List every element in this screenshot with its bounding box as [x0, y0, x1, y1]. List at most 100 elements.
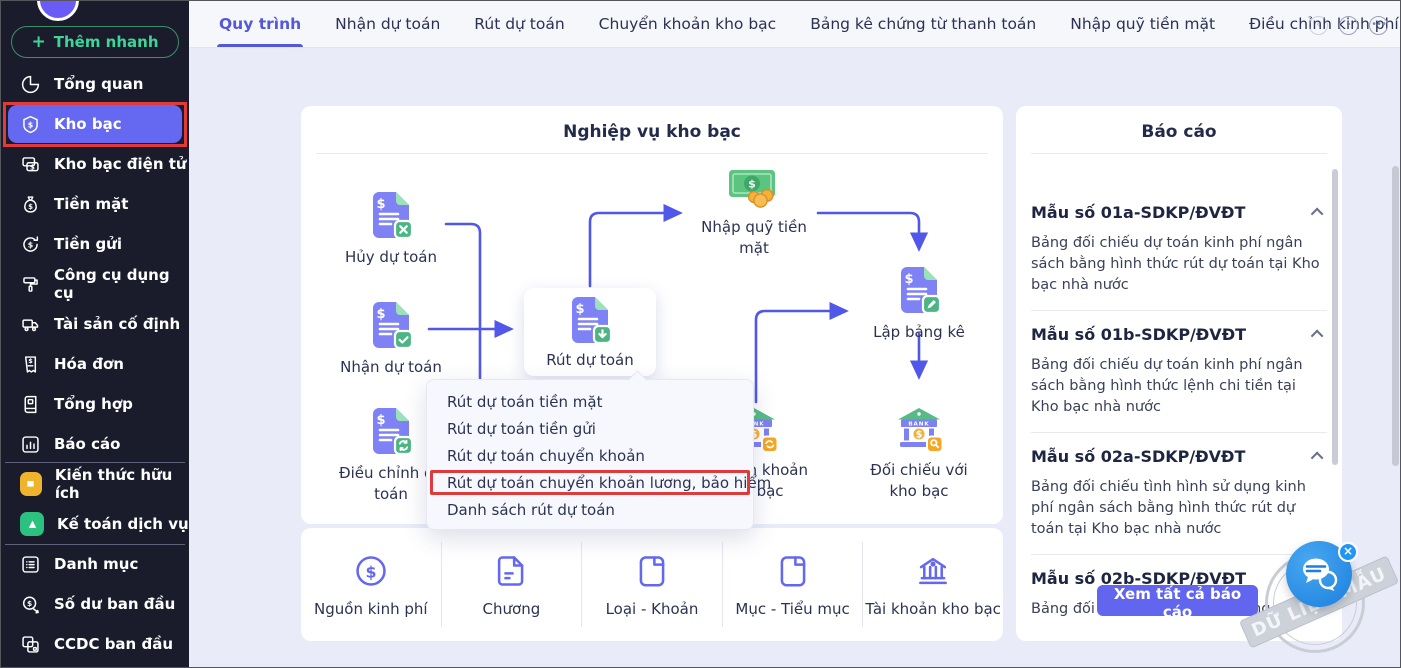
flow-node-nhan-du-toan[interactable]: $ Nhận dự toán: [326, 300, 456, 378]
sidebar-item-kien-thuc-huu-ich[interactable]: Kiến thức hữu ích: [1, 464, 189, 504]
tab-label: Nhập quỹ tiền mặt: [1070, 15, 1215, 33]
svg-text:$: $: [28, 202, 33, 210]
chevron-up-icon: [1311, 208, 1324, 221]
sidebar-item-hoa-don[interactable]: $ Hóa đơn: [1, 344, 189, 384]
tab-label: Rút dự toán: [474, 15, 564, 33]
service-logo-icon: [20, 512, 44, 536]
flow-node-label: Hủy dự toán: [326, 247, 456, 268]
svg-text:$: $: [365, 562, 376, 581]
quick-link-nguon-kinh-phi[interactable]: $ Nguồn kinh phí: [301, 542, 442, 627]
flow-node-rut-du-toan[interactable]: $ Rút dự toán: [524, 288, 656, 376]
dropdown-item-rut-ck-luong-bao-hiem[interactable]: Rút dự toán chuyển khoản lương, bảo hiểm: [427, 469, 753, 496]
quick-link-loai-khoan[interactable]: Loại - Khoản: [582, 542, 723, 627]
report-code: Mẫu số 01b-SDKP/ĐVĐT: [1031, 325, 1246, 344]
sidebar-item-label: Kiến thức hữu ích: [55, 466, 189, 502]
chevron-left-icon[interactable]: ‹: [1309, 16, 1328, 35]
dropdown-item-rut-chuyen-khoan[interactable]: Rút dự toán chuyển khoản: [427, 442, 753, 469]
quick-link-chuong[interactable]: Chương: [442, 542, 583, 627]
treasury-shield-icon: $: [20, 114, 41, 135]
sidebar-item-label: Hóa đơn: [54, 355, 124, 373]
sidebar-item-ke-toan-dich-vu[interactable]: Kế toán dịch vụ: [1, 504, 189, 544]
tab-label: Chuyển khoản kho bạc: [599, 15, 777, 33]
budget-doc-withdraw-icon: $: [567, 295, 613, 345]
dropdown-item-rut-tien-mat[interactable]: Rút dự toán tiền mặt: [427, 388, 753, 415]
sidebar-item-tong-hop[interactable]: Tổng hợp: [1, 384, 189, 424]
flow-node-doi-chieu-kho-bac[interactable]: BANK $ Đối chiếu với kho bạc: [860, 407, 978, 502]
knowledge-book-icon: [20, 472, 42, 496]
chat-close-button[interactable]: ×: [1338, 542, 1358, 562]
main-content: Nghiệp vụ kho bạc: [189, 48, 1401, 668]
quick-link-label: Loại - Khoản: [606, 600, 699, 618]
flow-node-huy-du-toan[interactable]: $ Hủy dự toán: [326, 190, 456, 268]
report-description: Bảng đối chiếu tình hình sử dụng kinh ph…: [1031, 477, 1327, 540]
sidebar-item-tong-quan[interactable]: Tổng quan: [1, 64, 189, 104]
report-item-header[interactable]: Mẫu số 01b-SDKP/ĐVĐT: [1031, 325, 1327, 344]
sidebar-item-kho-bac[interactable]: $ Kho bạc: [8, 105, 182, 143]
report-item-header[interactable]: Mẫu số 02a-SDKP/ĐVĐT: [1031, 447, 1327, 466]
sidebar: + Thêm nhanh Tổng quan $ Kho bạc $ Kho b…: [1, 1, 189, 668]
tab-rut-du-toan[interactable]: Rút dự toán: [474, 1, 564, 47]
sidebar-item-so-du-ban-dau[interactable]: $ Số dư ban đầu: [1, 584, 189, 624]
sidebar-item-tien-gui[interactable]: $ Tiền gửi: [1, 224, 189, 264]
app-window: + Thêm nhanh Tổng quan $ Kho bạc $ Kho b…: [0, 0, 1401, 668]
sidebar-item-label: Tổng quan: [54, 75, 143, 93]
ccdc-layers-icon: [20, 634, 41, 655]
app-logo-icon: [37, 1, 79, 21]
window-scrollbar-thumb[interactable]: [1392, 166, 1399, 466]
tab-chuyen-khoan-kho-bac[interactable]: Chuyển khoản kho bạc: [599, 1, 777, 47]
sidebar-item-bao-cao[interactable]: Báo cáo: [1, 424, 189, 464]
sidebar-item-tien-mat[interactable]: $ Tiền mặt: [1, 184, 189, 224]
svg-text:$: $: [575, 302, 584, 317]
deposit-cycle-icon: $: [20, 234, 41, 255]
sidebar-item-label: Tổng hợp: [54, 395, 133, 413]
sidebar-item-label: Kho bạc điện tử: [54, 155, 187, 173]
tab-label: Nhận dự toán: [335, 15, 440, 33]
flow-node-label: Lập bảng kê: [854, 322, 984, 343]
flow-node-label: Rút dự toán: [524, 351, 656, 369]
sidebar-item-danh-muc[interactable]: Danh mục: [1, 544, 189, 584]
sidebar-item-ccdc-ban-dau[interactable]: CCDC ban đầu: [1, 624, 189, 664]
svg-text:$: $: [904, 272, 913, 287]
plus-icon: +: [31, 34, 45, 51]
svg-text:$: $: [376, 307, 385, 322]
quick-link-tai-khoan-kho-bac[interactable]: Tài khoản kho bạc: [863, 542, 1003, 627]
tab-bang-ke-chung-tu[interactable]: Bảng kê chứng từ thanh toán: [810, 1, 1036, 47]
divider: [1031, 153, 1327, 154]
chevron-right-icon[interactable]: ›: [1339, 16, 1358, 35]
quick-add-button[interactable]: + Thêm nhanh: [11, 26, 179, 58]
budget-doc-cancel-icon: $: [368, 190, 414, 240]
flow-node-label: Nhận dự toán: [326, 357, 456, 378]
tab-nhap-quy-tien-mat[interactable]: Nhập quỹ tiền mặt: [1070, 1, 1215, 47]
sidebar-menu: Tổng quan $ Kho bạc $ Kho bạc điện tử $ …: [1, 64, 189, 664]
report-code: Mẫu số 02a-SDKP/ĐVĐT: [1031, 447, 1245, 466]
sidebar-item-label: Báo cáo: [54, 435, 120, 453]
quick-links-card: $ Nguồn kinh phí Chương Loại - Khoản Mục…: [301, 528, 1003, 641]
flow-node-label: Nhập quỹ tiền mặt: [694, 217, 814, 259]
flow-node-nhap-quy-tien-mat[interactable]: $ Nhập quỹ tiền mặt: [694, 166, 814, 259]
report-item-header[interactable]: Mẫu số 01a-SDKP/ĐVĐT: [1031, 203, 1327, 222]
budget-doc-check-icon: $: [368, 300, 414, 350]
view-all-reports-button[interactable]: Xem tất cả báo cáo: [1097, 585, 1258, 616]
active-tab-underline: [217, 44, 303, 47]
budget-doc-adjust-icon: $: [368, 406, 414, 456]
tab-nhan-du-toan[interactable]: Nhận dự toán: [335, 1, 440, 47]
tab-quy-trinh[interactable]: Quy trình: [219, 1, 301, 47]
quick-add-label: Thêm nhanh: [54, 33, 159, 51]
dropdown-item-danh-sach-rut[interactable]: Danh sách rút dự toán: [427, 496, 753, 523]
dropdown-item-rut-tien-gui[interactable]: Rút dự toán tiền gửi: [427, 415, 753, 442]
more-tabs-icon[interactable]: •••: [1369, 16, 1388, 35]
svg-text:$: $: [30, 163, 35, 171]
flow-node-lap-bang-ke[interactable]: $ Lập bảng kê: [854, 265, 984, 343]
quick-link-label: Tài khoản kho bạc: [865, 600, 1000, 618]
quick-link-muc-tieu-muc[interactable]: Mục - Tiểu mục: [723, 542, 864, 627]
sidebar-item-tai-san-co-dinh[interactable]: Tài sản cố định: [1, 304, 189, 344]
report-item: Mẫu số 01a-SDKP/ĐVĐT Bảng đối chiếu dự t…: [1031, 189, 1327, 311]
chat-bubbles-icon: [1299, 556, 1339, 592]
sidebar-item-cong-cu-dung-cu[interactable]: Công cụ dụng cụ: [1, 264, 189, 304]
sidebar-item-kho-bac-dien-tu[interactable]: $ Kho bạc điện tử: [1, 144, 189, 184]
sidebar-item-label: Công cụ dụng cụ: [54, 266, 189, 302]
svg-text:$: $: [916, 430, 923, 441]
reports-title: Báo cáo: [1016, 106, 1342, 142]
reports-scrollbar-thumb[interactable]: [1332, 169, 1338, 465]
pie-chart-icon: [20, 74, 41, 95]
